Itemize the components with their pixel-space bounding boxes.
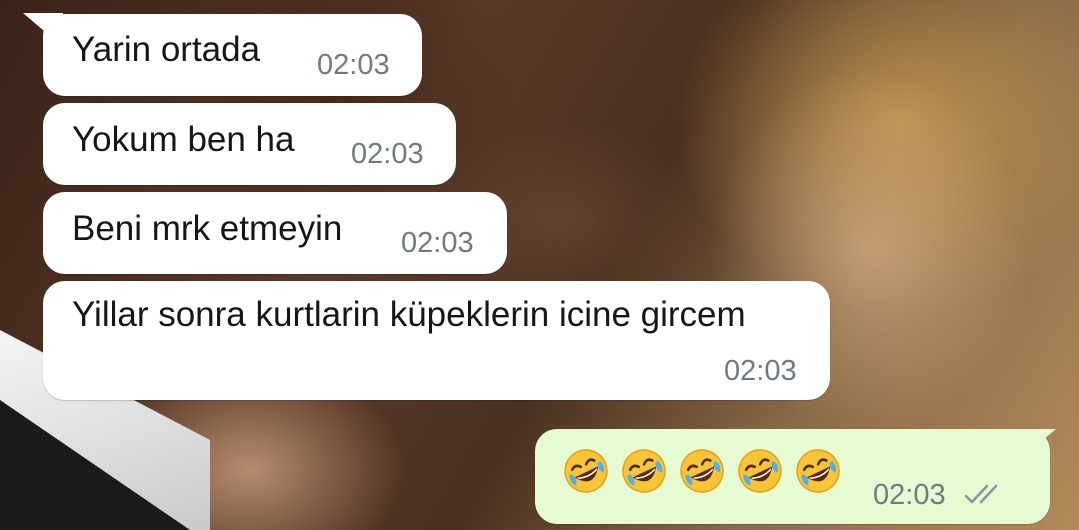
- rolling-on-the-floor-laughing-icon: [796, 449, 840, 493]
- message-time: 02:03: [873, 479, 946, 511]
- message-time: 02:03: [724, 355, 797, 387]
- read-double-tick-icon: [964, 484, 998, 504]
- emoji-row: [562, 447, 842, 495]
- rolling-on-the-floor-laughing-icon: [622, 449, 666, 493]
- message-text: Yokum ben ha: [72, 120, 295, 159]
- message-time: 02:03: [401, 227, 474, 259]
- rolling-on-the-floor-laughing-icon: [680, 449, 724, 493]
- message-text: Beni mrk etmeyin: [72, 209, 343, 248]
- message-time: 02:03: [351, 138, 424, 170]
- rolling-on-the-floor-laughing-icon: [564, 449, 608, 493]
- message-text: Yarin ortada: [72, 30, 261, 69]
- message-time: 02:03: [317, 49, 390, 81]
- message-text: Yillar sonra kurtlarin küpeklerin icine …: [72, 295, 746, 334]
- message-bubble-incoming[interactable]: Yarin ortada 02:03: [43, 14, 422, 96]
- message-bubble-incoming[interactable]: Beni mrk etmeyin 02:03: [43, 192, 507, 274]
- message-bubble-incoming[interactable]: Yokum ben ha 02:03: [43, 103, 456, 185]
- rolling-on-the-floor-laughing-icon: [738, 449, 782, 493]
- message-bubble-incoming[interactable]: Yillar sonra kurtlarin küpeklerin icine …: [43, 281, 830, 400]
